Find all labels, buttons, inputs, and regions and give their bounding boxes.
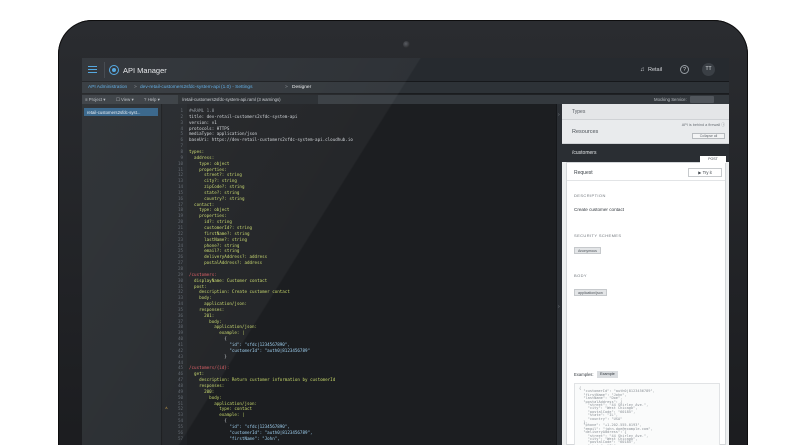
line-number: 57	[177, 435, 183, 441]
resource-path: /customers	[572, 150, 597, 156]
divider	[567, 180, 725, 181]
file-tree: retail-customers2sfdc-syst...	[82, 104, 162, 445]
org-icon: ♫	[640, 67, 645, 73]
resources-label: Resources	[572, 129, 599, 135]
media-type-chip[interactable]: application/json	[574, 289, 607, 296]
try-it-button[interactable]: ▶ Try it	[688, 168, 722, 177]
description-text: Create customer contact	[574, 207, 625, 212]
breadcrumb-api-administration[interactable]: API Administration	[88, 85, 127, 90]
editor-toolbar: ≡ Project ▾ ☐ View ▾ ? Help ▾ /retail-cu…	[82, 95, 729, 104]
code-line[interactable]: 57 "firstName": "John",	[163, 436, 556, 442]
divider	[104, 62, 105, 78]
screen: API Manager ♫ Retail ? TT API Administra…	[82, 58, 729, 445]
hamburger-menu-icon[interactable]	[88, 66, 97, 73]
method-tab-post[interactable]: POST	[700, 156, 726, 163]
help-menu[interactable]: ? Help ▾	[144, 97, 160, 103]
method-card: POST Request ▶ Try it DESCRIPTION Create…	[566, 156, 726, 445]
top-bar: API Manager ♫ Retail ? TT	[82, 58, 729, 82]
types-label: Types	[572, 109, 586, 115]
view-menu[interactable]: ☐ View ▾	[116, 97, 134, 103]
breadcrumb-designer: Designer	[292, 85, 312, 90]
project-menu[interactable]: ≡ Project ▾	[85, 97, 105, 103]
example-code-block: { "customerId": "auth0|8123456789", "fir…	[574, 383, 720, 445]
body-heading: BODY	[574, 273, 587, 278]
code-text: "firstName": "John",	[189, 435, 280, 441]
description-heading: DESCRIPTION	[574, 193, 606, 198]
collapse-arrow-icon[interactable]: ›	[558, 304, 560, 310]
collapse-all-button[interactable]: Collapse all	[692, 133, 725, 139]
file-tree-item[interactable]: retail-customers2sfdc-syst...	[84, 108, 158, 116]
collapse-arrow-icon[interactable]: ›	[558, 112, 560, 118]
help-icon[interactable]: ?	[680, 65, 689, 74]
example-tab[interactable]: Example	[597, 371, 618, 378]
firewall-note: API is behind a firewall ⓘ	[681, 123, 725, 127]
breadcrumb-api-settings[interactable]: dev-retail-customers2sfdc-system-api (1.…	[140, 85, 253, 90]
org-switcher[interactable]: Retail	[648, 67, 662, 73]
resources-section: Resources API is behind a firewall ⓘ Col…	[562, 120, 729, 144]
breadcrumb-separator: >	[285, 85, 288, 90]
api-manager-logo-icon	[109, 65, 119, 75]
avatar[interactable]: TT	[702, 63, 715, 76]
app-title: API Manager	[123, 66, 167, 75]
mocking-service-label: Mocking Service:	[654, 97, 687, 102]
breadcrumb-separator: >	[134, 85, 137, 90]
code-editor[interactable]: 1 #%RAML 1.0 2 title: dev-retail-customers2…	[163, 104, 634, 445]
open-file-tab[interactable]: /retail-customers2sfdc-system-api.raml (…	[178, 95, 318, 104]
examples-label: Examples:	[574, 372, 594, 377]
request-label: Request	[574, 170, 593, 176]
security-schemes-heading: SECURITY SCHEMES	[574, 233, 622, 238]
security-scheme-chip[interactable]: Anonymous	[574, 247, 601, 254]
breadcrumb: API Administration > dev-retail-customer…	[82, 82, 729, 94]
mocking-service-toggle[interactable]	[690, 96, 714, 103]
api-console-panel: Types Resources API is behind a firewall…	[562, 104, 729, 445]
types-section[interactable]: Types	[562, 104, 729, 120]
camera-icon	[403, 41, 410, 48]
